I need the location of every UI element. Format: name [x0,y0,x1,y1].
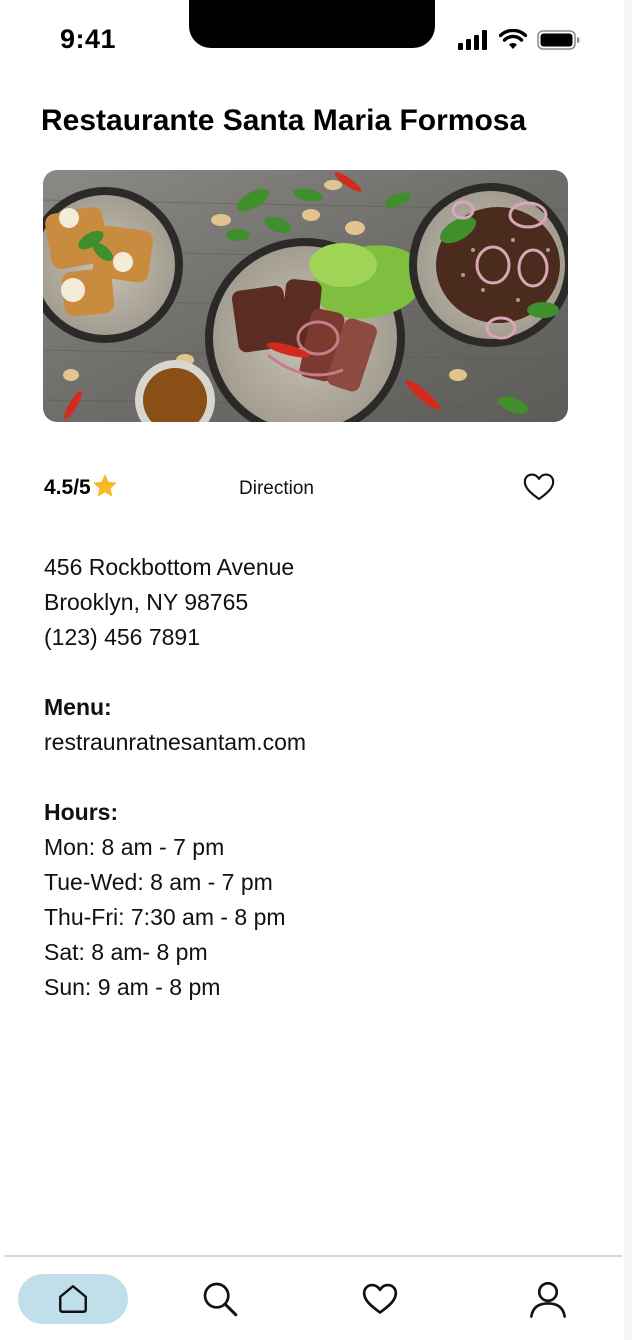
search-icon [203,1282,238,1317]
rating-value: 4.5/5 [44,476,91,499]
nav-favorites-button[interactable] [325,1274,435,1324]
star-icon [92,474,117,497]
hours-line: Thu-Fri: 7:30 am - 8 pm [44,904,286,930]
screen-edge [624,0,632,1340]
hours-line: Sun: 9 am - 8 pm [44,974,221,1000]
phone-screen: 9:41 Restaurante Santa Maria Formosa 4.5… [0,0,632,1340]
hours-line: Sat: 8 am- 8 pm [44,939,208,965]
heart-icon [362,1283,398,1314]
address-street: 456 Rockbottom Avenue [44,554,295,580]
hours-line: Tue-Wed: 8 am - 7 pm [44,869,273,895]
heart-outline-icon [523,473,555,501]
hours-line: Mon: 8 am - 7 pm [44,834,225,860]
restaurant-name: Restaurante Santa Maria Formosa [41,104,527,137]
battery-icon [537,29,580,50]
address-block: 456 Rockbottom Avenue Brooklyn, NY 98765… [44,550,294,655]
wifi-icon [499,29,527,49]
food-photo [43,170,568,422]
nav-search-button[interactable] [165,1274,275,1324]
address-city: Brooklyn, NY 98765 [44,589,249,615]
bottom-nav [0,1257,632,1340]
nav-profile-button[interactable] [493,1274,603,1324]
favorite-button[interactable] [522,470,556,504]
cellular-signal-icon [458,29,487,50]
direction-link[interactable]: Direction [239,478,314,500]
nav-home-button[interactable] [18,1274,128,1324]
hours-heading: Hours: [44,799,119,825]
menu-block: Menu: restraunratnesantam.com [44,690,306,760]
rating: 4.5/5 [44,474,119,500]
menu-heading: Menu: [44,694,112,720]
hours-block: Hours: Mon: 8 am - 7 pm Tue-Wed: 8 am - … [44,795,286,1005]
home-icon [59,1285,87,1313]
user-icon [530,1281,566,1318]
phone-number[interactable]: (123) 456 7891 [44,620,294,655]
device-notch [189,0,435,48]
status-time: 9:41 [60,24,117,54]
menu-link[interactable]: restraunratnesantam.com [44,725,306,760]
status-icons [458,29,580,50]
